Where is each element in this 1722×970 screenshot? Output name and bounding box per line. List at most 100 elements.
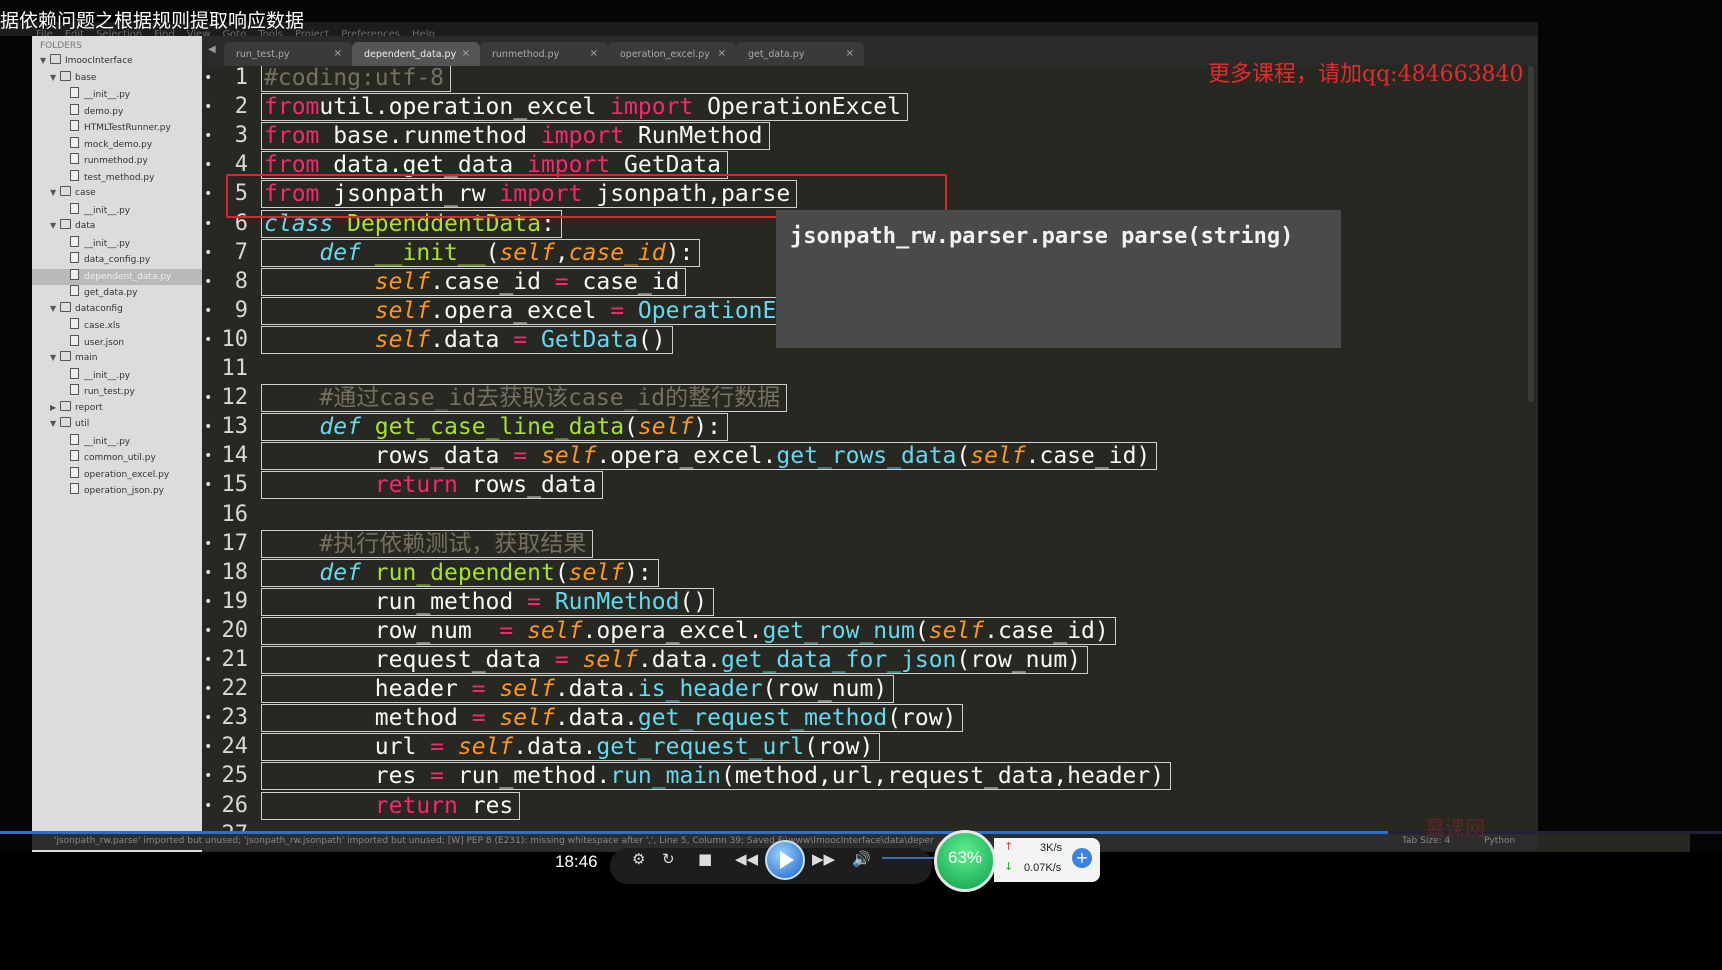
code-line[interactable]: from base.runmethod import RunMethod (261, 121, 770, 151)
chevron-down-icon[interactable]: ▼ (50, 304, 60, 313)
code-token: #执行依赖测试，获取结果 (319, 530, 587, 557)
file-icon (70, 235, 79, 247)
tab-run_test-py[interactable]: run_test.py × (224, 42, 352, 66)
code-line[interactable]: row_num = self.opera_excel.get_row_num(s… (261, 616, 1116, 646)
code-line[interactable]: res = run_method.run_main(method,url,req… (260, 761, 1172, 791)
tab-runmethod-py[interactable]: runmethod.py × (480, 42, 608, 66)
tree-file[interactable]: get_data.py (32, 285, 202, 302)
play-button[interactable] (765, 840, 805, 880)
code-line[interactable]: url = self.data.get_request_url(row) (260, 732, 881, 762)
tree-folder[interactable]: ▼ main (32, 351, 202, 368)
code-text: def run_dependent(self): (261, 558, 659, 587)
line-number: • 24 (202, 732, 248, 762)
code-line[interactable]: rows_data = self.opera_excel.get_rows_da… (260, 441, 1158, 471)
tree-folder[interactable]: ▼ case (32, 186, 202, 203)
tree-file[interactable]: __init__.py (32, 367, 202, 385)
tree-file[interactable]: operation_json.py (32, 483, 202, 500)
code-line[interactable]: self.data = GetData() (261, 325, 673, 355)
code-line[interactable]: header = self.data.is_header(row_num) (260, 674, 895, 704)
tree-file[interactable]: demo.py (32, 103, 202, 121)
volume-icon[interactable]: 🔊 (852, 850, 871, 868)
tree-folder[interactable]: ▼ util (32, 417, 202, 434)
code-text: fromutil.operation_excel import Operatio… (261, 93, 908, 122)
tree-folder[interactable]: ▼ base (32, 70, 202, 88)
chevron-down-icon[interactable]: ▼ (50, 188, 60, 197)
code-token: (row) (887, 705, 957, 732)
status-syntax[interactable]: Python (1484, 836, 1515, 846)
tree-file[interactable]: __init__.py (32, 235, 202, 253)
editor-scrollbar[interactable] (1528, 66, 1534, 402)
site-logo: 慕课网 (1425, 816, 1485, 840)
tree-folder[interactable]: ▼ data (32, 219, 202, 236)
tree-folder[interactable]: ▼ dataconfig (32, 301, 202, 319)
code-line[interactable]: fromutil.operation_excel import Operatio… (261, 92, 908, 122)
code-line[interactable]: method = self.data.get_request_method(ro… (260, 703, 964, 733)
tree-file[interactable]: user.json (32, 334, 202, 352)
replay-icon[interactable]: ↻ (662, 850, 675, 868)
close-icon[interactable]: × (462, 48, 470, 59)
code-token: self (970, 443, 1026, 470)
modified-dot-icon: • (204, 681, 213, 698)
code-token: = (471, 676, 486, 703)
player-controls: 18:46 ⚙ ↻ ■ ◀◀ ▶▶ 🔊 63% ↑ 3K/s ↓ 0.07K/s… (0, 830, 1722, 970)
tree-file[interactable]: mock_demo.py (32, 136, 202, 154)
fast-forward-icon[interactable]: ▶▶ (812, 850, 835, 868)
chevron-down-icon[interactable]: ▼ (40, 56, 50, 65)
tree-file[interactable]: run_test.py (32, 384, 202, 401)
tree-file[interactable]: runmethod.py (32, 153, 202, 170)
stop-icon[interactable]: ■ (698, 850, 712, 868)
code-line[interactable]: def __init__(self,case_id): (260, 238, 701, 268)
code-line[interactable]: def get_case_line_data(self): (261, 412, 728, 442)
code-token: self (499, 705, 555, 732)
close-icon[interactable]: × (718, 48, 726, 59)
code-line[interactable]: return res (260, 791, 521, 821)
code-line[interactable]: #通过case_id去获取该case_id的整行数据 (260, 383, 788, 413)
tree-file[interactable]: dependent_data.py (32, 268, 202, 285)
file-icon (70, 252, 79, 263)
speed-icon[interactable]: ⚙ (632, 850, 645, 868)
plus-icon[interactable]: + (1072, 848, 1092, 868)
chevron-down-icon[interactable]: ▼ (50, 419, 60, 428)
code-line[interactable]: request_data = self.data.get_data_for_js… (260, 645, 1089, 675)
line-number: • 12 (202, 383, 248, 413)
tab-operation_excel-py[interactable]: operation_excel.py × (608, 42, 736, 66)
chevron-right-icon[interactable]: ▶ (50, 403, 60, 412)
code-line[interactable]: self.case_id = case_id (260, 267, 687, 297)
line-number-text: 23 (221, 705, 249, 731)
close-icon[interactable]: × (846, 48, 854, 59)
volume-slider[interactable] (882, 857, 934, 859)
tab-get_data-py[interactable]: get_data.py × (736, 42, 864, 66)
code-line[interactable]: return rows_data (260, 470, 604, 500)
code-line[interactable]: self.opera_excel = OperationEx (260, 296, 798, 326)
tree-folder[interactable]: ▼ ImoocInterface (32, 54, 202, 71)
tree-file[interactable]: common_util.py (32, 450, 202, 467)
code-line[interactable]: #coding:utf-8 (260, 66, 452, 93)
tree-file[interactable]: __init__.py (32, 202, 202, 220)
modified-dot-icon: • (204, 273, 213, 290)
code-token: (method,url,request_data,header) (720, 763, 1165, 790)
tree-label: dataconfig (75, 303, 123, 314)
code-token: = (430, 734, 445, 761)
tree-file[interactable]: __init__.py (32, 87, 202, 104)
tree-file[interactable]: data_config.py (32, 252, 202, 269)
tree-file[interactable]: __init__.py (32, 433, 202, 451)
code-line[interactable]: def run_dependent(self): (261, 558, 659, 588)
code-line[interactable]: run_method = RunMethod() (260, 587, 715, 617)
tree-folder[interactable]: ▶ report (32, 400, 202, 418)
code-token: res (457, 792, 514, 819)
file-icon (70, 136, 79, 148)
tab-dependent_data-py[interactable]: dependent_data.py × (352, 42, 480, 66)
close-icon[interactable]: × (590, 48, 598, 59)
rewind-icon[interactable]: ◀◀ (735, 850, 758, 868)
code-line[interactable]: #执行依赖测试，获取结果 (260, 529, 594, 559)
tree-label: main (75, 353, 98, 363)
chevron-down-icon[interactable]: ▼ (50, 73, 60, 82)
close-icon[interactable]: × (334, 48, 342, 59)
tree-file[interactable]: HTMLTestRunner.py (32, 120, 202, 137)
chevron-down-icon[interactable]: ▼ (50, 353, 60, 362)
tree-file[interactable]: case.xls (32, 318, 202, 335)
tree-file[interactable]: operation_excel.py (32, 466, 202, 484)
tree-file[interactable]: test_method.py (32, 169, 202, 187)
folder-icon (60, 351, 71, 361)
chevron-down-icon[interactable]: ▼ (50, 221, 60, 230)
